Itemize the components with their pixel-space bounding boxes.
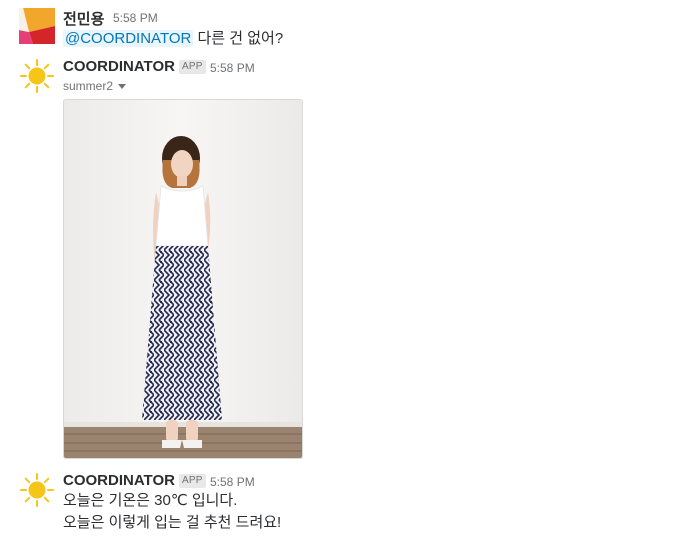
message-1: 전민용 5:58 PM @COORDINATOR 다른 건 없어? [0, 0, 679, 56]
mention-link[interactable]: @COORDINATOR [63, 30, 194, 47]
app-badge: APP [179, 474, 206, 488]
message-line-2: 오늘은 이렇게 입는 걸 추천 드려요! [63, 514, 282, 531]
message-text: @COORDINATOR 다른 건 없어? [63, 28, 283, 49]
timestamp[interactable]: 5:58 PM [210, 475, 255, 489]
sun-icon[interactable] [19, 58, 55, 94]
message-body: 다른 건 없어? [193, 30, 284, 47]
chevron-down-icon[interactable] [118, 84, 127, 90]
attachment-label: summer2 [63, 79, 114, 93]
attached-image[interactable] [63, 99, 303, 459]
app-badge: APP [179, 60, 206, 74]
author-name[interactable]: COORDINATOR [63, 472, 175, 489]
attachment-title[interactable]: summer2 [63, 79, 127, 93]
timestamp[interactable]: 5:58 PM [210, 61, 255, 75]
sun-icon[interactable] [19, 472, 55, 508]
message-3: COORDINATOR APP 5:58 PM 오늘은 기온은 30℃ 입니다.… [0, 470, 679, 538]
user-avatar[interactable] [19, 8, 55, 44]
author-name[interactable]: COORDINATOR [63, 58, 175, 75]
message-line-1: 오늘은 기온은 30℃ 입니다. [63, 492, 238, 509]
author-name[interactable]: 전민용 [63, 8, 104, 29]
timestamp[interactable]: 5:58 PM [113, 11, 158, 25]
